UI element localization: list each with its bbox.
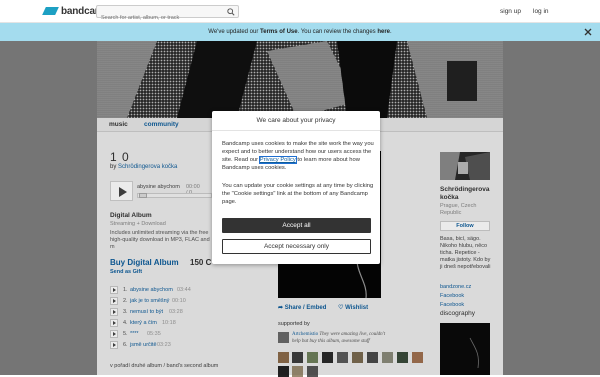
search-icon[interactable] — [227, 8, 235, 16]
sign-up-link[interactable]: sign up — [500, 8, 521, 15]
notice-suffix: . — [390, 29, 392, 35]
cookie-paragraph-2: You can update your cookie settings at a… — [222, 183, 374, 205]
notice-prefix: We've updated our — [208, 29, 261, 35]
cookie-dialog-title: We care about your privacy — [212, 111, 380, 131]
cookie-consent-dialog: We care about your privacy Bandcamp uses… — [212, 111, 380, 264]
close-icon[interactable] — [584, 28, 592, 36]
terms-of-use-link[interactable]: Terms of Use — [260, 29, 298, 35]
bandcamp-logo-icon — [42, 7, 59, 15]
accept-necessary-button[interactable]: Accept necessary only — [222, 239, 371, 254]
changes-here-link[interactable]: here — [377, 29, 390, 35]
cookie-paragraph-1: Bandcamp uses cookies to make the site w… — [222, 140, 374, 172]
search-box — [96, 5, 239, 24]
terms-notice-bar: We've updated our Terms of Use. You can … — [0, 23, 600, 41]
privacy-policy-link[interactable]: Privacy Policy — [258, 156, 297, 164]
notice-middle: . You can review the changes — [297, 29, 378, 35]
accept-all-button[interactable]: Accept all — [222, 218, 371, 233]
log-in-link[interactable]: log in — [533, 8, 549, 15]
search-input[interactable] — [97, 12, 225, 24]
top-bar: bandcamp sign up log in — [0, 0, 600, 24]
